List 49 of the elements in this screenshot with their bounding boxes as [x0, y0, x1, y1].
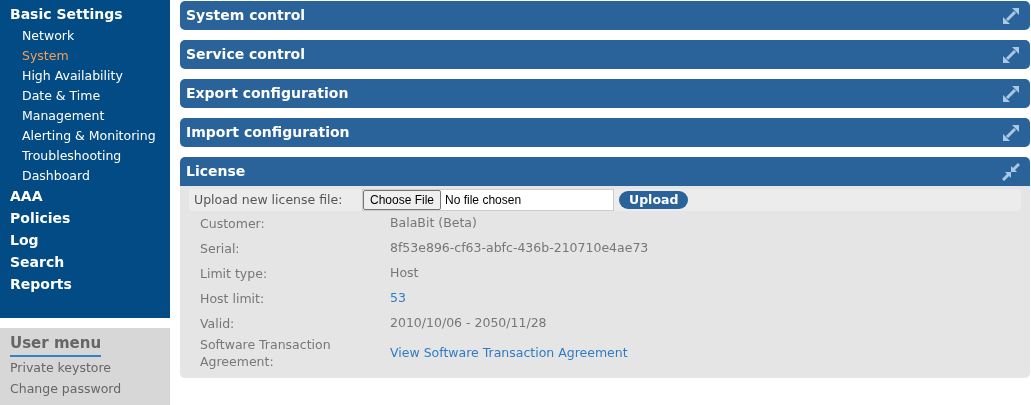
upload-button[interactable]: Upload — [619, 191, 689, 209]
nav-section[interactable]: AAA — [10, 185, 160, 207]
field-label: Valid: — [200, 315, 236, 332]
field-link[interactable]: 53 — [390, 289, 406, 308]
field-link[interactable]: View Software Transaction Agreement — [390, 343, 628, 363]
panel-header[interactable]: Import configuration — [180, 118, 1030, 147]
nav-item[interactable]: System — [10, 45, 160, 65]
user-menu-item[interactable]: Private keystore — [10, 358, 160, 378]
nav-item[interactable]: Dashboard — [10, 165, 160, 185]
field-label: Software Transaction Agreement: — [200, 336, 332, 370]
panel-header[interactable]: System control — [180, 1, 1030, 30]
panel-title: System control — [186, 6, 306, 25]
collapse-icon[interactable] — [1002, 162, 1020, 181]
field-value: 8f53e896-cf63-abfc-436b-210710e4ae73 — [390, 239, 649, 258]
field-label: Host limit: — [200, 290, 266, 307]
expand-icon[interactable] — [1002, 6, 1020, 25]
nav-item[interactable]: Network — [10, 25, 160, 45]
nav-section[interactable]: Log — [10, 229, 160, 251]
nav-section[interactable]: Reports — [10, 273, 160, 295]
panel-header[interactable]: Export configuration — [180, 79, 1030, 108]
expand-icon[interactable] — [1002, 84, 1020, 103]
panel-title: Export configuration — [186, 84, 349, 103]
panel-header[interactable]: Service control — [180, 40, 1030, 69]
nav-section[interactable]: Policies — [10, 207, 160, 229]
nav-item[interactable]: Troubleshooting — [10, 145, 160, 165]
nav-item[interactable]: Date & Time — [10, 85, 160, 105]
nav-item[interactable]: High Availability — [10, 65, 160, 85]
nav-item[interactable]: Management — [10, 105, 160, 125]
user-menu-item[interactable]: Change password — [10, 379, 160, 399]
field-value: Host — [390, 264, 419, 283]
file-input[interactable]: Choose File No file chosen — [362, 189, 614, 211]
field-label: Customer: — [200, 215, 266, 232]
choose-file-button[interactable]: Choose File — [363, 190, 442, 210]
panel-header[interactable]: License — [180, 157, 1030, 186]
upload-label: Upload new license file: — [194, 190, 344, 209]
nav-section[interactable]: Basic Settings — [10, 3, 160, 25]
panel-title: License — [186, 162, 246, 181]
nav-section[interactable]: Search — [10, 251, 160, 273]
expand-icon[interactable] — [1002, 45, 1020, 64]
file-status: No file chosen — [444, 192, 523, 209]
field-value: 2010/10/06 - 2050/11/28 — [390, 314, 547, 333]
panel-title: Import configuration — [186, 123, 350, 142]
nav-item[interactable]: Alerting & Monitoring — [10, 125, 160, 145]
field-label: Limit type: — [200, 265, 269, 282]
field-value: BalaBit (Beta) — [390, 214, 477, 233]
field-label: Serial: — [200, 240, 241, 257]
panel-title: Service control — [186, 45, 305, 64]
expand-icon[interactable] — [1002, 123, 1020, 142]
user-menu-title: User menu — [10, 332, 102, 357]
